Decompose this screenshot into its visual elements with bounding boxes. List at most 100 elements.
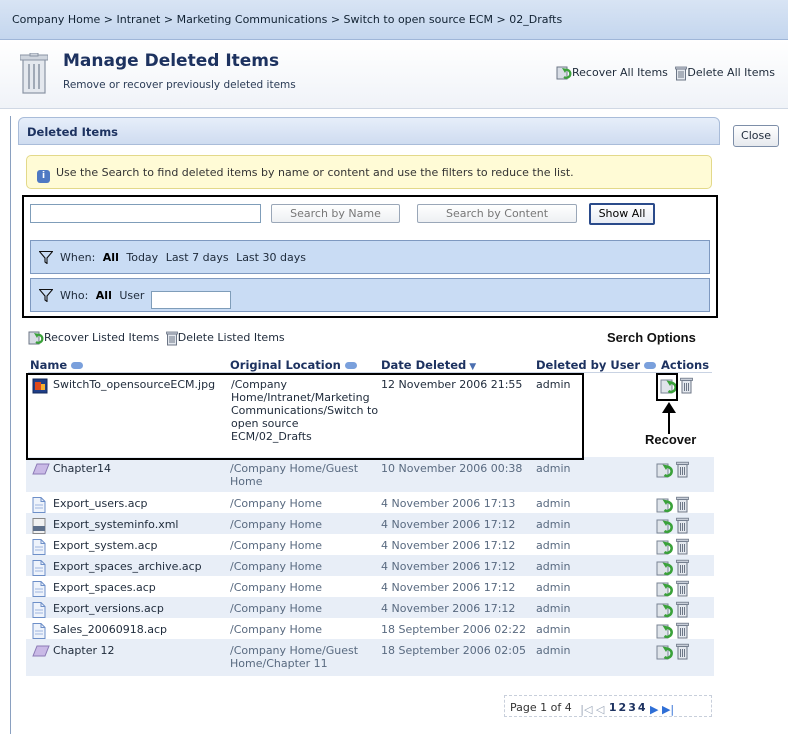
- item-name-link[interactable]: Export_users.acp: [53, 497, 148, 510]
- table-row: Sales_20060918.acp/Company Home 18 Septem…: [26, 618, 714, 639]
- recover-all-icon: [556, 66, 572, 80]
- last-page-icon[interactable]: ▶|: [662, 703, 674, 716]
- item-location: /Company Home/Guest Home: [230, 462, 359, 488]
- column-header-name[interactable]: Name: [30, 358, 84, 372]
- item-date-deleted: 4 November 2006 17:12: [381, 539, 516, 552]
- page-3[interactable]: 3: [628, 701, 636, 714]
- when-option-last-30-days[interactable]: Last 30 days: [236, 251, 306, 264]
- info-message: i Use the Search to find deleted items by…: [26, 155, 712, 189]
- listed-actions: Recover Listed Items Delete Listed Items: [28, 330, 285, 346]
- filter-funnel-icon: [39, 251, 53, 264]
- recover-listed-icon: [28, 331, 44, 345]
- who-option-user[interactable]: User: [119, 289, 144, 302]
- recover-icon[interactable]: [656, 643, 674, 664]
- when-filter: When: All Today Last 7 days Last 30 days: [30, 240, 710, 274]
- item-location: /Company Home: [230, 581, 323, 594]
- table-row: Chapter14/Company Home/Guest Home 10 Nove…: [26, 457, 714, 492]
- sort-descending-icon: ▼: [469, 362, 477, 372]
- page-header: Manage Deleted Items Remove or recover p…: [0, 41, 788, 109]
- when-option-last-7-days[interactable]: Last 7 days: [166, 251, 229, 264]
- header-actions: Recover All Items Delete All Items: [556, 65, 775, 81]
- item-name-link[interactable]: Sales_20060918.acp: [53, 623, 167, 636]
- who-user-input[interactable]: [150, 290, 231, 309]
- sort-icon: [344, 362, 357, 369]
- item-location: /Company Home: [230, 539, 323, 552]
- who-filter: Who: All User: [30, 278, 710, 312]
- item-deleted-by: admin: [536, 602, 571, 615]
- when-option-all[interactable]: All: [103, 251, 119, 264]
- item-name-link[interactable]: Export_spaces.acp: [53, 581, 156, 594]
- item-date-deleted: 4 November 2006 17:12: [381, 602, 516, 615]
- item-deleted-by: admin: [536, 623, 571, 636]
- panel-left-border: [10, 116, 11, 734]
- item-date-deleted: 4 November 2006 17:12: [381, 560, 516, 573]
- who-option-all[interactable]: All: [96, 289, 112, 302]
- item-name-link[interactable]: Export_spaces_archive.acp: [53, 560, 202, 573]
- page-1[interactable]: 1: [609, 701, 617, 714]
- show-all-button[interactable]: Show All: [589, 203, 655, 225]
- delete-listed-button[interactable]: Delete Listed Items: [165, 331, 285, 345]
- when-option-today[interactable]: Today: [126, 251, 158, 264]
- first-page-icon[interactable]: |◁: [580, 703, 592, 716]
- pagination: Page 1 of 4 |◁ ◁ 1234 ▶ ▶|: [504, 695, 712, 717]
- info-icon: i: [37, 170, 50, 183]
- item-name-link[interactable]: Export_systeminfo.xml: [53, 518, 179, 531]
- recover-listed-button[interactable]: Recover Listed Items: [28, 331, 163, 345]
- previous-page-icon[interactable]: ◁: [596, 703, 604, 716]
- item-date-deleted: 4 November 2006 17:12: [381, 518, 516, 531]
- info-text: Use the Search to find deleted items by …: [56, 166, 574, 179]
- close-button[interactable]: Close: [733, 125, 779, 147]
- trash-icon: [165, 331, 178, 345]
- item-location: /Company Home/Guest Home/Chapter 11: [230, 644, 359, 670]
- trash-icon: [675, 66, 688, 80]
- item-date-deleted: 18 September 2006 02:05: [381, 644, 526, 657]
- item-deleted-by: admin: [536, 497, 571, 510]
- item-location: /Company Home: [230, 602, 323, 615]
- recover-icon[interactable]: [656, 461, 674, 482]
- item-deleted-by: admin: [536, 644, 571, 657]
- recover-all-button[interactable]: Recover All Items: [556, 66, 671, 80]
- recover-all-label: Recover All Items: [572, 66, 668, 79]
- table-row: Export_systeminfo.xml/Company Home 4 Nove…: [26, 513, 714, 534]
- item-name-link[interactable]: Export_system.acp: [53, 539, 158, 552]
- column-name-label: Name: [30, 358, 68, 372]
- column-header-date[interactable]: Date Deleted ▼: [381, 358, 476, 372]
- search-by-content-button[interactable]: Search by Content: [417, 204, 577, 223]
- search-input[interactable]: [30, 204, 261, 223]
- column-header-user[interactable]: Deleted by User: [536, 358, 657, 372]
- page-2[interactable]: 2: [619, 701, 627, 714]
- table-row: Export_system.acp/Company Home 4 November…: [26, 534, 714, 555]
- selected-row-highlight: [26, 373, 584, 460]
- item-name-link[interactable]: Chapter 12: [53, 644, 114, 657]
- item-date-deleted: 18 September 2006 02:22: [381, 623, 526, 636]
- delete-icon[interactable]: [676, 643, 689, 663]
- sort-icon: [71, 362, 84, 369]
- sort-icon: [644, 362, 657, 369]
- page-indicator: Page 1 of 4: [510, 701, 572, 714]
- delete-icon[interactable]: [680, 377, 693, 397]
- delete-all-button[interactable]: Delete All Items: [675, 66, 775, 80]
- item-name-link[interactable]: Chapter14: [53, 462, 111, 475]
- delete-all-label: Delete All Items: [687, 66, 775, 79]
- breadcrumb[interactable]: Company Home > Intranet > Marketing Comm…: [0, 0, 788, 40]
- item-date-deleted: 10 November 2006 00:38: [381, 462, 523, 475]
- annotation-arrow-line: [668, 412, 670, 434]
- search-by-name-button[interactable]: Search by Name: [271, 204, 400, 223]
- item-deleted-by: admin: [536, 462, 571, 475]
- column-user-label: Deleted by User: [536, 358, 641, 372]
- search-options-annotation: Serch Options: [607, 330, 696, 345]
- page-4[interactable]: 4: [638, 701, 646, 714]
- item-name-link[interactable]: Export_versions.acp: [53, 602, 164, 615]
- column-header-location[interactable]: Original Location: [230, 358, 357, 372]
- trash-bin-icon: [20, 53, 48, 94]
- who-label: Who:: [60, 289, 89, 302]
- recover-annotation: Recover: [645, 432, 697, 447]
- table-row: Export_spaces.acp/Company Home 4 November…: [26, 576, 714, 597]
- next-page-icon[interactable]: ▶: [650, 703, 658, 716]
- page-title: Manage Deleted Items: [63, 51, 280, 71]
- delete-icon[interactable]: [676, 461, 689, 481]
- recover-listed-label: Recover Listed Items: [44, 331, 160, 344]
- space-icon: [32, 644, 50, 661]
- table-row: Export_versions.acp/Company Home 4 Novemb…: [26, 597, 714, 618]
- item-location: /Company Home: [230, 560, 323, 573]
